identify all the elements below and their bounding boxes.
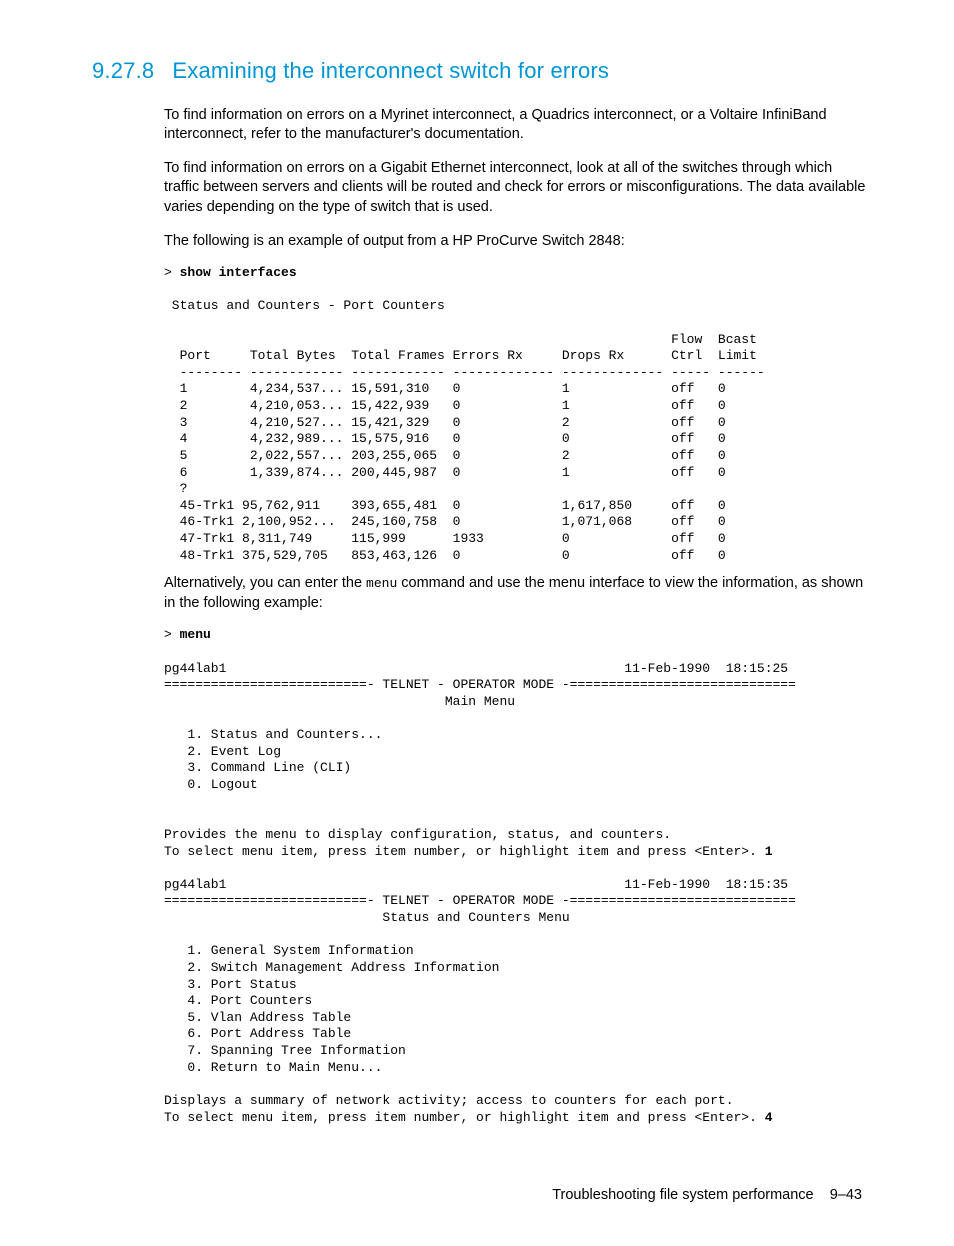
paragraph: Alternatively, you can enter the menu co… — [164, 574, 866, 613]
paragraph: To find information on errors on a Myrin… — [164, 106, 866, 145]
command-output: Status and Counters - Port Counters Flow… — [164, 298, 765, 562]
code-block-show-interfaces: > show interfaces Status and Counters - … — [164, 265, 866, 564]
inline-code: menu — [366, 576, 397, 591]
menu-output-status: pg44lab1 11-Feb-1990 18:15:35 ==========… — [164, 877, 796, 1125]
command: show interfaces — [180, 265, 297, 280]
footer-page-number: 9–43 — [830, 1187, 862, 1203]
code-block-menu: > menu pg44lab1 11-Feb-1990 18:15:25 ===… — [164, 627, 866, 1126]
prompt: > — [164, 265, 180, 280]
user-input: 4 — [765, 1110, 773, 1125]
section-number: 9.27.8 — [92, 56, 154, 86]
menu-output-main: pg44lab1 11-Feb-1990 18:15:25 ==========… — [164, 661, 796, 859]
paragraph: The following is an example of output fr… — [164, 232, 866, 252]
page-footer: Troubleshooting file system performance … — [96, 1186, 866, 1206]
command: menu — [180, 627, 211, 642]
text: Alternatively, you can enter the — [164, 575, 366, 591]
footer-title: Troubleshooting file system performance — [552, 1187, 813, 1203]
user-input: 1 — [765, 844, 773, 859]
section-heading: 9.27.8 Examining the interconnect switch … — [92, 56, 866, 86]
paragraph: To find information on errors on a Gigab… — [164, 159, 866, 218]
prompt: > — [164, 627, 180, 642]
section-title: Examining the interconnect switch for er… — [172, 58, 609, 83]
